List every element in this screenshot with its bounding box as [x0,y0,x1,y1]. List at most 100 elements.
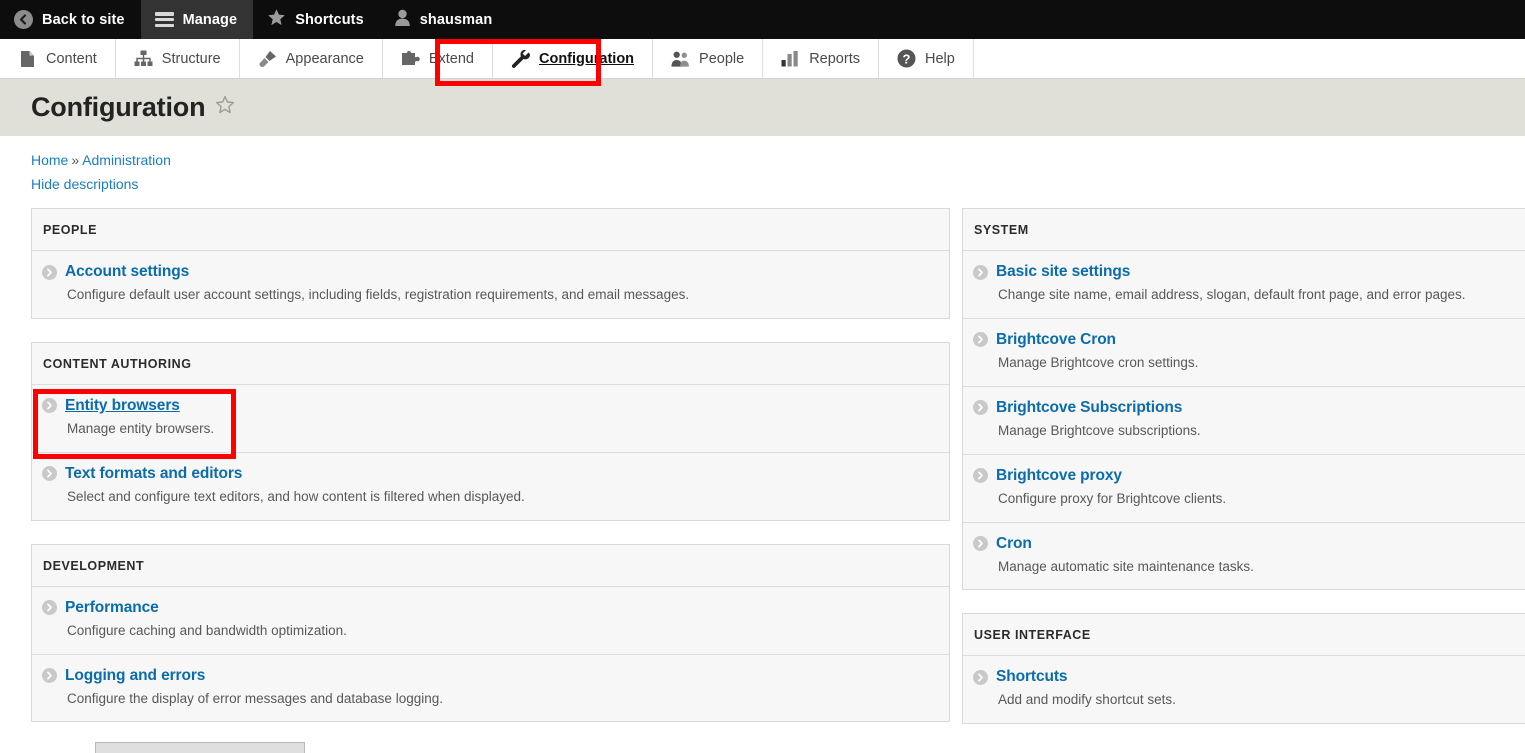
config-link-text-formats-and-editors[interactable]: Text formats and editors [65,465,242,483]
toolbar-label: shausman [419,11,493,28]
toolbar-item-user-account[interactable]: shausman [380,0,509,39]
tab-extend[interactable]: Extend [383,39,493,78]
config-link-entity-browsers[interactable]: Entity browsers [65,397,180,415]
config-row-account-settings: Account settings Configure default user a… [32,250,949,318]
configuration-columns: PEOPLE Account settings Configure default … [0,192,1525,725]
tab-label: People [699,50,745,67]
config-description: Manage Brightcove cron settings. [998,354,1199,370]
tab-configuration[interactable]: Configuration [493,39,654,78]
paintbrush-icon [258,49,277,68]
tab-help[interactable]: ? Help [879,39,974,78]
config-description: Configure the display of error messages … [67,690,443,706]
config-row-head: Entity browsers [42,397,939,415]
file-icon [18,49,37,68]
wrench-icon [511,49,530,68]
config-link-brightcove-proxy[interactable]: Brightcove proxy [996,467,1122,485]
config-description: Change site name, email address, slogan,… [998,287,1466,302]
sitemap-icon [134,49,153,68]
config-row-cron: Cron Manage automatic site maintenance ta… [963,521,1525,590]
chevron-right-circle-icon [42,668,57,683]
chevron-right-circle-icon [973,264,988,280]
panel-title: DEVELOPMENT [43,558,145,573]
panel-content-authoring: CONTENT AUTHORING Entity browsers Manage e… [31,341,950,521]
chevron-right-circle-icon [42,264,57,280]
chevron-right-circle-icon [973,400,988,416]
config-row-head: Account settings [42,263,939,281]
star-icon [267,8,286,31]
config-description: Configure caching and bandwidth optimiza… [67,622,347,638]
bar-chart-icon [781,49,800,68]
config-link-account-settings[interactable]: Account settings [65,263,189,281]
chevron-right-circle-icon [973,669,988,685]
config-link-performance[interactable]: Performance [65,599,159,617]
tab-structure[interactable]: Structure [116,39,240,78]
config-description: Select and configure text editors, and h… [67,488,525,504]
config-link-brightcove-subscriptions[interactable]: Brightcove Subscriptions [996,399,1182,417]
tab-label: Content [46,50,97,67]
config-row-head: Brightcove Cron [973,331,1525,349]
panel-user-interface: USER INTERFACE Shortcuts Add and modify sh… [962,613,1525,725]
config-link-cron[interactable]: Cron [996,535,1032,553]
admin-toolbar: Back to site Manage Shortcuts shausman [0,0,1525,39]
hamburger-menu-icon [154,12,174,27]
user-account-icon [394,9,411,31]
breadcrumb-separator: » [71,152,80,168]
hide-descriptions-link[interactable]: Hide descriptions [31,176,138,192]
breadcrumb-administration-link[interactable]: Administration [82,152,171,168]
config-description: Manage entity browsers. [67,420,215,436]
puzzle-piece-icon [401,49,420,68]
panel-title: SYSTEM [974,223,1029,237]
toolbar-item-shortcuts[interactable]: Shortcuts [253,0,380,39]
config-link-basic-site-settings[interactable]: Basic site settings [996,263,1130,281]
config-row-head: Brightcove Subscriptions [973,399,1525,417]
panel-title: USER INTERFACE [974,628,1091,643]
tab-label: Configuration [539,50,635,67]
config-row-head: Logging and errors [42,667,939,685]
config-description: Configure proxy for Brightcove clients. [998,490,1227,506]
config-row-head: Brightcove proxy [973,467,1525,485]
config-row-brightcove-subscriptions: Brightcove Subscriptions Manage Brightcov… [963,385,1525,454]
tab-label: Extend [428,50,474,67]
toolbar-item-manage[interactable]: Manage [140,0,254,39]
config-description: Add and modify shortcut sets. [998,692,1176,708]
chevron-right-circle-icon [973,536,988,551]
config-row-brightcove-cron: Brightcove Cron Manage Brightcove cron se… [963,317,1525,386]
config-description: Configure default user account settings,… [67,287,690,302]
config-description: Manage Brightcove subscriptions. [998,422,1201,438]
hide-descriptions-row: Hide descriptions [0,168,1525,192]
browser-status-tooltip [95,742,305,753]
config-row-brightcove-proxy: Brightcove proxy Configure proxy for Brig… [963,453,1525,522]
toolbar-item-back-to-site[interactable]: Back to site [0,0,141,39]
panel-development: DEVELOPMENT Performance Configure caching … [31,543,950,723]
question-mark-circle-icon: ? [897,49,916,68]
config-row-head: Basic site settings [973,263,1525,281]
config-link-logging-and-errors[interactable]: Logging and errors [65,667,205,685]
toolbar-label: Shortcuts [295,11,364,28]
tab-people[interactable]: People [653,39,764,78]
star-outline-icon[interactable] [215,95,235,120]
config-row-entity-browsers: Entity browsers Manage entity browsers. [32,383,949,452]
panel-system: SYSTEM Basic site settings Change site nam… [962,208,1525,591]
config-link-shortcuts[interactable]: Shortcuts [996,668,1068,686]
page-title-band: Configuration [0,79,1525,136]
toolbar-label: Back to site [42,11,125,28]
breadcrumb: Home» Administration [0,136,1525,168]
tab-label: Structure [161,50,221,67]
panel-people: PEOPLE Account settings Configure default … [31,208,950,319]
back-arrow-circle-icon [14,10,33,29]
chevron-right-circle-icon [42,600,57,616]
breadcrumb-home-link[interactable]: Home [31,152,68,168]
tab-reports[interactable]: Reports [763,39,879,78]
toolbar-label: Manage [182,11,238,28]
tab-content[interactable]: Content [0,39,116,78]
admin-tab-bar: Content Structure Appearance Extend Conf… [0,39,1525,86]
tab-label: Help [924,50,955,67]
panel-title: CONTENT AUTHORING [43,356,192,371]
page-title: Configuration [31,92,206,122]
tab-appearance[interactable]: Appearance [240,39,383,78]
config-row-basic-site-settings: Basic site settings Change site name, ema… [963,250,1525,318]
config-row-head: Text formats and editors [42,465,939,483]
config-link-brightcove-cron[interactable]: Brightcove Cron [996,331,1116,349]
config-row-performance: Performance Configure caching and bandwid… [32,585,949,654]
config-row-text-formats-and-editors: Text formats and editors Select and confi… [32,451,949,520]
